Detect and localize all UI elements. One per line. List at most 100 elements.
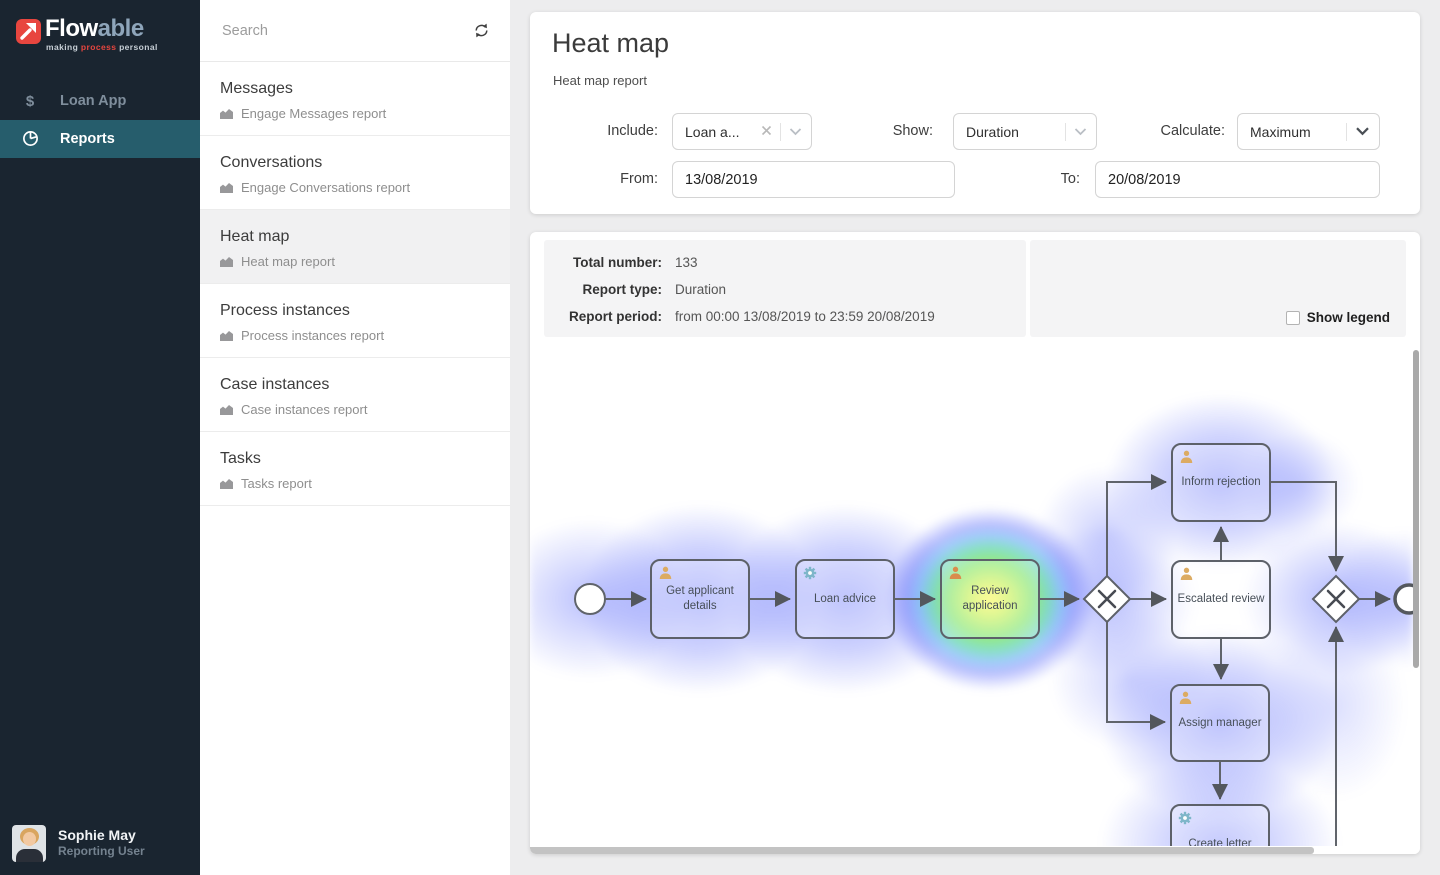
- sidebar-item-loan-app[interactable]: $ Loan App: [0, 82, 200, 120]
- include-dropdown[interactable]: Loan a...: [672, 113, 812, 150]
- report-meta: Total number: 133 Report type: Duration Re…: [544, 240, 1026, 337]
- page-subtitle: Heat map report: [553, 73, 647, 88]
- legend-panel: Show legend: [1030, 240, 1406, 337]
- report-item-title: Tasks: [220, 450, 490, 468]
- report-type-value: Duration: [675, 276, 726, 303]
- page-title: Heat map: [552, 28, 669, 59]
- clear-icon[interactable]: [761, 123, 772, 141]
- exclusive-gateway-2: [1313, 576, 1359, 622]
- task-assign-manager: Assign manager: [1170, 684, 1270, 762]
- task-inform-rejection: Inform rejection: [1171, 443, 1271, 522]
- show-value: Duration: [966, 124, 1057, 140]
- pie-chart-icon: [20, 130, 40, 148]
- show-dropdown[interactable]: Duration: [953, 113, 1097, 150]
- report-type-label: Report type:: [544, 276, 662, 303]
- chevron-down-icon: [1355, 123, 1370, 141]
- include-label: Include:: [530, 113, 658, 150]
- report-item-tasks[interactable]: Tasks Tasks report: [200, 432, 510, 506]
- show-legend-checkbox[interactable]: [1286, 311, 1300, 325]
- reports-list-panel: Messages Engage Messages report Conversa…: [200, 0, 510, 875]
- task-get-applicant-details: Get applicant details: [650, 559, 750, 639]
- bar-chart-icon: [220, 108, 233, 119]
- sidebar-item-label: Reports: [60, 131, 115, 147]
- include-value: Loan a...: [685, 124, 761, 140]
- report-item-heat-map[interactable]: Heat map Heat map report: [200, 210, 510, 284]
- search-bar: [200, 0, 510, 62]
- bar-chart-icon: [220, 478, 233, 489]
- report-item-subtitle: Process instances report: [241, 328, 384, 343]
- report-period-label: Report period:: [544, 303, 662, 330]
- flowable-logo: Flowable: [0, 0, 200, 44]
- chevron-down-icon: [789, 123, 802, 141]
- report-item-title: Messages: [220, 80, 490, 98]
- total-number-value: 133: [675, 249, 698, 276]
- sidebar-item-reports[interactable]: Reports: [0, 120, 200, 158]
- from-date-input[interactable]: [672, 161, 955, 198]
- start-event: [575, 584, 605, 614]
- sidebar: Flowable making process personal $ Loan …: [0, 0, 200, 875]
- report-item-title: Process instances: [220, 302, 490, 320]
- report-item-messages[interactable]: Messages Engage Messages report: [200, 62, 510, 136]
- report-period-value: from 00:00 13/08/2019 to 23:59 20/08/201…: [675, 303, 935, 330]
- brand-tagline: making process personal: [46, 42, 200, 52]
- show-legend-control: Show legend: [1286, 310, 1390, 325]
- sidebar-nav: $ Loan App Reports: [0, 82, 200, 158]
- app-window: Flowable making process personal $ Loan …: [0, 0, 1440, 875]
- exclusive-gateway-1: [1084, 576, 1130, 622]
- user-task-icon: [1178, 691, 1192, 705]
- service-task-icon: [803, 566, 817, 580]
- bar-chart-icon: [220, 256, 233, 267]
- user-task-icon: [658, 566, 672, 580]
- report-item-conversations[interactable]: Conversations Engage Conversations repor…: [200, 136, 510, 210]
- main-content: Heat map Heat map report Include: Loan a…: [510, 0, 1440, 875]
- service-task-icon: [1178, 811, 1192, 825]
- from-label: From:: [530, 161, 658, 198]
- sidebar-item-label: Loan App: [60, 93, 126, 109]
- flowable-logo-icon: [16, 19, 41, 44]
- task-review-application: Review application: [940, 559, 1040, 639]
- calculate-dropdown[interactable]: Maximum: [1237, 113, 1380, 150]
- heatmap-diagram: Get applicant details Loan advice Review…: [530, 345, 1413, 854]
- task-label: Get applicant details: [655, 584, 745, 614]
- report-item-subtitle: Case instances report: [241, 402, 367, 417]
- search-input[interactable]: [220, 22, 472, 40]
- to-label: To:: [1000, 161, 1080, 198]
- to-date-input[interactable]: [1095, 161, 1380, 198]
- show-legend-label: Show legend: [1307, 310, 1390, 325]
- calculate-label: Calculate:: [1085, 113, 1225, 150]
- task-label: Loan advice: [814, 592, 876, 607]
- user-task-icon: [1179, 567, 1193, 581]
- task-escalated-review: Escalated review: [1171, 560, 1271, 639]
- report-item-title: Case instances: [220, 376, 490, 394]
- task-label: Assign manager: [1178, 716, 1261, 731]
- report-card: Total number: 133 Report type: Duration Re…: [530, 232, 1420, 854]
- horizontal-scrollbar-thumb[interactable]: [530, 847, 1314, 854]
- end-event: [1395, 585, 1413, 613]
- calculate-value: Maximum: [1250, 124, 1338, 140]
- user-profile[interactable]: Sophie May Reporting User: [0, 817, 200, 869]
- report-info-panel: Total number: 133 Report type: Duration Re…: [544, 240, 1406, 337]
- report-item-subtitle: Engage Messages report: [241, 106, 386, 121]
- bar-chart-icon: [220, 404, 233, 415]
- show-label: Show:: [820, 113, 933, 150]
- dollar-icon: $: [20, 93, 40, 110]
- report-item-subtitle: Tasks report: [241, 476, 312, 491]
- report-item-subtitle: Engage Conversations report: [241, 180, 410, 195]
- report-item-title: Conversations: [220, 154, 490, 172]
- task-label: Review application: [945, 584, 1035, 614]
- vertical-scrollbar-thumb[interactable]: [1413, 350, 1419, 668]
- task-label: Inform rejection: [1181, 475, 1260, 490]
- user-task-icon: [948, 566, 962, 580]
- refresh-icon[interactable]: [472, 22, 490, 40]
- report-item-title: Heat map: [220, 228, 490, 246]
- report-item-process-instances[interactable]: Process instances Process instances repo…: [200, 284, 510, 358]
- brand-name: Flowable: [45, 16, 144, 42]
- task-loan-advice: Loan advice: [795, 559, 895, 639]
- bar-chart-icon: [220, 182, 233, 193]
- user-role: Reporting User: [58, 844, 145, 859]
- report-item-case-instances[interactable]: Case instances Case instances report: [200, 358, 510, 432]
- task-label: Escalated review: [1178, 592, 1265, 607]
- report-item-subtitle: Heat map report: [241, 254, 335, 269]
- total-number-label: Total number:: [544, 249, 662, 276]
- bar-chart-icon: [220, 330, 233, 341]
